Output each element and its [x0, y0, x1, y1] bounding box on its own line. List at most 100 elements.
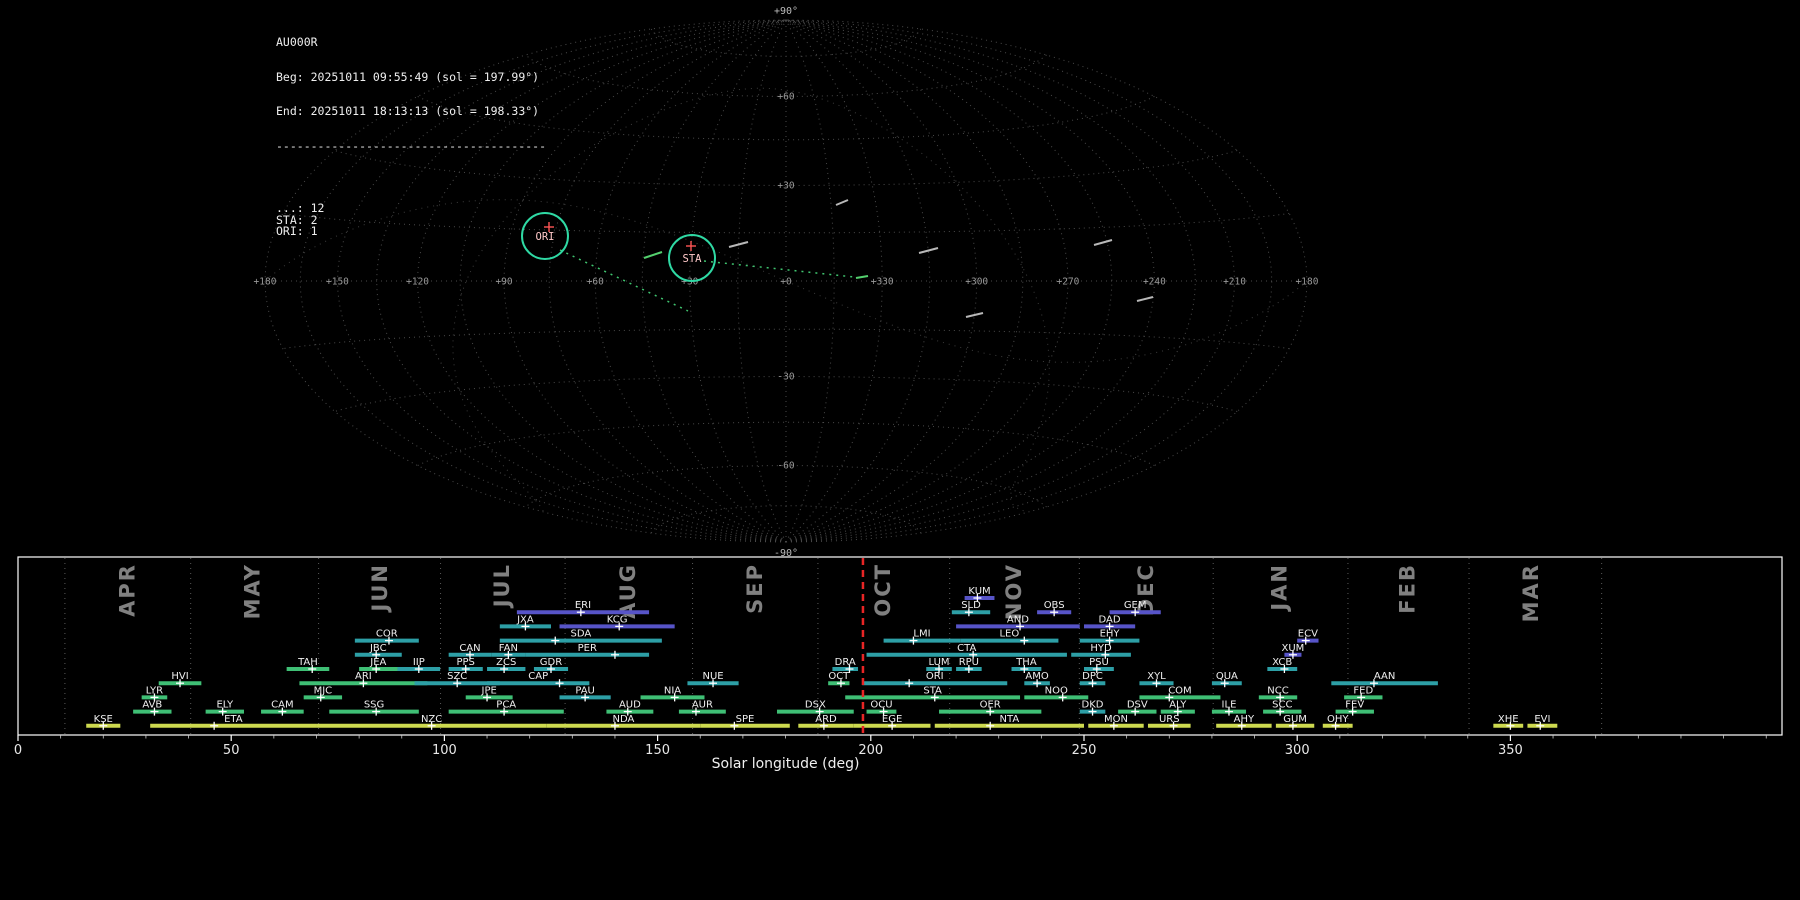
shower-code-label: FEV — [1345, 700, 1364, 711]
shower-code-label: GUM — [1283, 714, 1307, 725]
grid-parallel — [417, 421, 1155, 467]
meteor-streak — [1136, 296, 1154, 302]
shower-code-label: NOO — [1045, 685, 1068, 696]
shower-code-label: ZCS — [496, 657, 516, 668]
shower-radiants: ORISTA — [521, 212, 716, 282]
shower-code-label: NCC — [1267, 685, 1288, 696]
meteor-streak — [643, 251, 663, 259]
shower-code-label: OER — [980, 700, 1001, 711]
shower-code-label: KSE — [94, 714, 113, 725]
axis-tick-label: 150 — [645, 743, 670, 758]
shower-code-label: ILE — [1222, 700, 1237, 711]
month-label: JUL — [490, 563, 514, 609]
ecliptic-line — [785, 280, 1304, 363]
shower-code-label: QUA — [1216, 671, 1238, 682]
shower-code-label: OBS — [1044, 600, 1065, 611]
shower-code-label: DSX — [805, 700, 826, 711]
month-label: MAR — [1519, 563, 1543, 622]
shower-code-label: PPS — [457, 657, 475, 668]
longitude-label: +330 — [871, 277, 894, 288]
shower-code-label: EHY — [1100, 629, 1121, 640]
header-gap — [276, 175, 546, 180]
shower-code-label: LEO — [999, 629, 1019, 640]
shower-code-label: ARI — [355, 671, 372, 682]
grid-meridian — [785, 19, 1236, 543]
month-label: APR — [116, 563, 140, 617]
shower-code-label: COM — [1168, 685, 1191, 696]
shower-code-label: OCT — [828, 671, 850, 682]
axis-tick-label: 200 — [858, 743, 883, 758]
longitude-label: +90 — [495, 277, 512, 288]
shower-code-label: AUR — [692, 700, 713, 711]
shower-code-label: TAH — [297, 657, 318, 668]
shower-code-label: IIP — [413, 657, 425, 668]
header-separator: --------------------------------------- — [276, 138, 547, 153]
shower-code-label: DPC — [1082, 671, 1103, 682]
shower-code-label: FED — [1353, 685, 1373, 696]
shower-code-label: URS — [1159, 714, 1180, 725]
month-label: FEB — [1396, 563, 1420, 614]
shower-code-label: ARD — [815, 714, 837, 725]
axis-tick-label: 300 — [1285, 743, 1310, 758]
radiant-report-page: AU000R Beg: 20251011 09:55:49 (sol = 197… — [0, 0, 1800, 900]
shower-code-label: CAM — [271, 700, 293, 711]
longitude-label: +120 — [406, 277, 429, 288]
shower-code-label: NDA — [613, 714, 635, 725]
axis-tick-label: 50 — [223, 743, 240, 758]
shower-code-label: DKD — [1082, 700, 1104, 711]
longitude-label: +240 — [1143, 277, 1166, 288]
shower-code-label: CTA — [957, 643, 976, 654]
shower-code-label: RPU — [959, 657, 979, 668]
shower-code-label: SSG — [364, 700, 384, 711]
shower-code-label: SDA — [570, 629, 591, 640]
shower-code-label: ELY — [216, 700, 234, 711]
radiant-code-label: STA — [683, 253, 703, 265]
shower-code-label: OHY — [1327, 714, 1349, 725]
shower-code-label: AND — [1007, 614, 1029, 625]
shower-code-label: MON — [1104, 714, 1128, 725]
month-label: SEP — [743, 563, 767, 614]
shower-code-label: NUE — [702, 671, 723, 682]
shower-code-label: ALY — [1169, 700, 1187, 711]
meteor-streak — [835, 199, 849, 206]
latitude-label: +60 — [777, 91, 794, 102]
shower-code-label: LYR — [146, 685, 163, 696]
shower-code-label: AUD — [619, 700, 641, 711]
count-line: ORI: 1 — [276, 224, 318, 238]
shower-code-label: SCC — [1272, 700, 1292, 711]
shower-code-label: FAN — [499, 643, 518, 654]
shower-code-label: NZC — [421, 714, 442, 725]
shower-code-label: DAD — [1099, 614, 1121, 625]
shower-code-label: HYD — [1090, 643, 1112, 654]
shower-code-label: PSU — [1089, 657, 1109, 668]
longitude-label: +60 — [587, 277, 604, 288]
meteor-track-line — [703, 260, 855, 278]
grid-meridian — [785, 19, 883, 543]
axis-tick-label: 0 — [14, 743, 22, 758]
month-label: JAN — [1268, 563, 1292, 613]
longitude-label: +270 — [1057, 277, 1080, 288]
shower-code-label: XHE — [1498, 714, 1519, 725]
month-label: NOV — [1002, 563, 1026, 620]
shower-code-label: AAN — [1374, 671, 1395, 682]
longitude-label: +30 — [681, 277, 698, 288]
shower-code-label: CAN — [459, 643, 480, 654]
begin-time-line: Beg: 20251011 09:55:49 (sol = 197.99°) — [276, 69, 540, 84]
shower-code-label: DSV — [1127, 700, 1148, 711]
report-header: AU000R Beg: 20251011 09:55:49 (sol = 197… — [276, 14, 546, 261]
shower-code-label: ECV — [1298, 629, 1318, 640]
activity-timeline: APR MAY JUN JUL AUG SEP OCT NOV DEC JAN FEB MARKUME… — [14, 556, 1783, 772]
latitude-label: -60 — [777, 461, 794, 472]
shower-code-label: JXA — [516, 614, 534, 625]
shower-code-label: OCU — [870, 700, 892, 711]
shower-code-label: LMI — [913, 629, 930, 640]
longitude-label: +0 — [780, 277, 792, 288]
shower-code-label: LUM — [929, 657, 950, 668]
grid-parallel — [650, 505, 922, 534]
shower-code-label: AHY — [1234, 714, 1255, 725]
shower-code-label: MJC — [314, 685, 333, 696]
shower-code-label: KCG — [607, 614, 628, 625]
axis-tick-label: 250 — [1072, 743, 1097, 758]
longitude-label: +300 — [965, 277, 988, 288]
galactic-plane-line — [1009, 280, 1050, 512]
